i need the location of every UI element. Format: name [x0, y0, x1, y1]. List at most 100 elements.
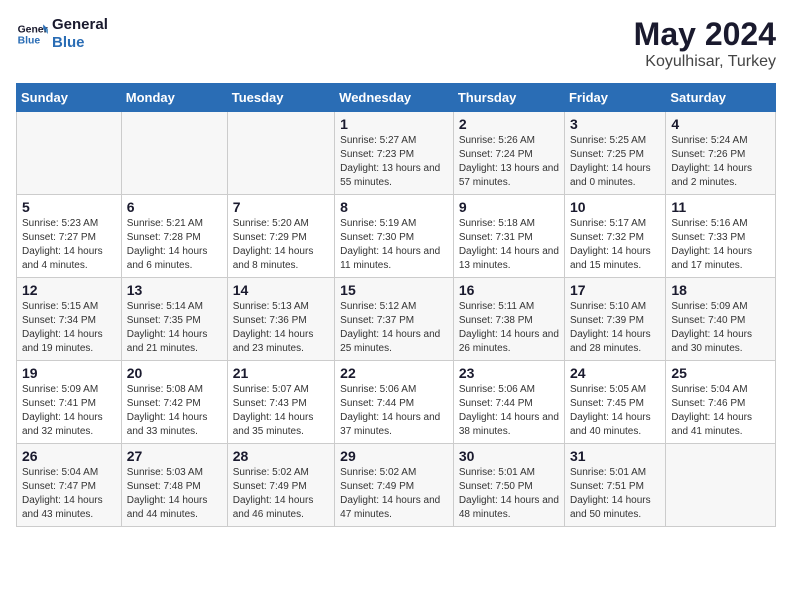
day-number: 28 [233, 448, 329, 464]
day-number: 31 [570, 448, 660, 464]
calendar-week-row: 26 Sunrise: 5:04 AMSunset: 7:47 PMDayligh… [17, 444, 776, 527]
day-number: 27 [127, 448, 222, 464]
day-info: Sunrise: 5:04 AMSunset: 7:47 PMDaylight:… [22, 466, 116, 522]
calendar-cell: 29Sunrise: 5:02 AMSunset: 7:49 PMDayligh… [335, 444, 454, 527]
day-info: Sunrise: 5:12 AMSunset: 7:37 PMDaylight:… [340, 300, 448, 356]
day-number: 1 [340, 116, 448, 132]
title-block: May 2024 Koyulhisar, Turkey [634, 16, 776, 71]
day-info: Sunrise: 5:07 AMSunset: 7:43 PMDaylight:… [233, 383, 329, 439]
calendar-cell: 18 Sunrise: 5:09 AMSunset: 7:40 PMDayligh… [666, 278, 776, 361]
day-info: Sunrise: 5:02 AMSunset: 7:49 PMDaylight:… [233, 466, 329, 522]
calendar-cell: 20 Sunrise: 5:08 AMSunset: 7:42 PMDayligh… [121, 361, 227, 444]
day-number: 15 [340, 282, 448, 298]
calendar-week-row: 1Sunrise: 5:27 AMSunset: 7:23 PMDaylight… [17, 112, 776, 195]
day-info: Sunrise: 5:15 AMSunset: 7:34 PMDaylight:… [22, 300, 116, 356]
weekday-header: Tuesday [227, 84, 334, 112]
day-number: 21 [233, 365, 329, 381]
logo-icon: General Blue [16, 18, 48, 50]
day-info: Sunrise: 5:09 AMSunset: 7:41 PMDaylight:… [22, 383, 116, 439]
day-number: 13 [127, 282, 222, 298]
day-number: 30 [459, 448, 559, 464]
day-info: Sunrise: 5:05 AMSunset: 7:45 PMDaylight:… [570, 383, 660, 439]
day-info: Sunrise: 5:06 AMSunset: 7:44 PMDaylight:… [459, 383, 559, 439]
calendar-week-row: 19 Sunrise: 5:09 AMSunset: 7:41 PMDayligh… [17, 361, 776, 444]
calendar-cell: 15 Sunrise: 5:12 AMSunset: 7:37 PMDayligh… [335, 278, 454, 361]
day-number: 6 [127, 199, 222, 215]
day-info: Sunrise: 5:24 AMSunset: 7:26 PMDaylight:… [671, 134, 770, 190]
page-header: General Blue General Blue May 2024 Koyul… [16, 16, 776, 71]
calendar-cell [666, 444, 776, 527]
calendar-title: May 2024 [634, 16, 776, 53]
day-info: Sunrise: 5:19 AMSunset: 7:30 PMDaylight:… [340, 217, 448, 273]
day-info: Sunrise: 5:25 AMSunset: 7:25 PMDaylight:… [570, 134, 660, 190]
calendar-cell: 2Sunrise: 5:26 AMSunset: 7:24 PMDaylight… [453, 112, 564, 195]
day-number: 26 [22, 448, 116, 464]
calendar-cell [227, 112, 334, 195]
calendar-subtitle: Koyulhisar, Turkey [634, 53, 776, 71]
calendar-cell [17, 112, 122, 195]
calendar-cell: 4 Sunrise: 5:24 AMSunset: 7:26 PMDaylight… [666, 112, 776, 195]
day-number: 16 [459, 282, 559, 298]
calendar-cell: 8Sunrise: 5:19 AMSunset: 7:30 PMDaylight… [335, 195, 454, 278]
day-number: 14 [233, 282, 329, 298]
calendar-cell: 3Sunrise: 5:25 AMSunset: 7:25 PMDaylight… [564, 112, 665, 195]
calendar-cell: 12Sunrise: 5:15 AMSunset: 7:34 PMDayligh… [17, 278, 122, 361]
logo-line1: General [52, 16, 108, 34]
day-info: Sunrise: 5:23 AMSunset: 7:27 PMDaylight:… [22, 217, 116, 273]
calendar-cell: 19 Sunrise: 5:09 AMSunset: 7:41 PMDayligh… [17, 361, 122, 444]
day-info: Sunrise: 5:06 AMSunset: 7:44 PMDaylight:… [340, 383, 448, 439]
calendar-table: SundayMondayTuesdayWednesdayThursdayFrid… [16, 83, 776, 527]
weekday-header-row: SundayMondayTuesdayWednesdayThursdayFrid… [17, 84, 776, 112]
calendar-cell: 24 Sunrise: 5:05 AMSunset: 7:45 PMDayligh… [564, 361, 665, 444]
day-info: Sunrise: 5:17 AMSunset: 7:32 PMDaylight:… [570, 217, 660, 273]
calendar-cell: 10 Sunrise: 5:17 AMSunset: 7:32 PMDayligh… [564, 195, 665, 278]
svg-text:Blue: Blue [18, 36, 41, 47]
day-info: Sunrise: 5:20 AMSunset: 7:29 PMDaylight:… [233, 217, 329, 273]
day-number: 7 [233, 199, 329, 215]
day-number: 11 [671, 199, 770, 215]
day-number: 17 [570, 282, 660, 298]
day-info: Sunrise: 5:01 AMSunset: 7:51 PMDaylight:… [570, 466, 660, 522]
calendar-cell: 11 Sunrise: 5:16 AMSunset: 7:33 PMDayligh… [666, 195, 776, 278]
day-info: Sunrise: 5:09 AMSunset: 7:40 PMDaylight:… [671, 300, 770, 356]
calendar-cell: 30 Sunrise: 5:01 AMSunset: 7:50 PMDayligh… [453, 444, 564, 527]
calendar-cell: 31 Sunrise: 5:01 AMSunset: 7:51 PMDayligh… [564, 444, 665, 527]
calendar-cell: 6 Sunrise: 5:21 AMSunset: 7:28 PMDaylight… [121, 195, 227, 278]
day-info: Sunrise: 5:01 AMSunset: 7:50 PMDaylight:… [459, 466, 559, 522]
day-info: Sunrise: 5:02 AMSunset: 7:49 PMDaylight:… [340, 466, 448, 522]
day-number: 4 [671, 116, 770, 132]
calendar-cell: 25Sunrise: 5:04 AMSunset: 7:46 PMDayligh… [666, 361, 776, 444]
calendar-cell: 22 Sunrise: 5:06 AMSunset: 7:44 PMDayligh… [335, 361, 454, 444]
calendar-cell: 14 Sunrise: 5:13 AMSunset: 7:36 PMDayligh… [227, 278, 334, 361]
day-number: 10 [570, 199, 660, 215]
day-number: 22 [340, 365, 448, 381]
day-info: Sunrise: 5:14 AMSunset: 7:35 PMDaylight:… [127, 300, 222, 356]
calendar-cell: 5Sunrise: 5:23 AMSunset: 7:27 PMDaylight… [17, 195, 122, 278]
day-number: 25 [671, 365, 770, 381]
calendar-week-row: 5Sunrise: 5:23 AMSunset: 7:27 PMDaylight… [17, 195, 776, 278]
day-info: Sunrise: 5:11 AMSunset: 7:38 PMDaylight:… [459, 300, 559, 356]
day-info: Sunrise: 5:13 AMSunset: 7:36 PMDaylight:… [233, 300, 329, 356]
calendar-cell: 1Sunrise: 5:27 AMSunset: 7:23 PMDaylight… [335, 112, 454, 195]
weekday-header: Sunday [17, 84, 122, 112]
day-number: 18 [671, 282, 770, 298]
calendar-cell: 23Sunrise: 5:06 AMSunset: 7:44 PMDayligh… [453, 361, 564, 444]
day-number: 9 [459, 199, 559, 215]
day-number: 20 [127, 365, 222, 381]
calendar-cell: 27Sunrise: 5:03 AMSunset: 7:48 PMDayligh… [121, 444, 227, 527]
calendar-cell: 28 Sunrise: 5:02 AMSunset: 7:49 PMDayligh… [227, 444, 334, 527]
day-info: Sunrise: 5:16 AMSunset: 7:33 PMDaylight:… [671, 217, 770, 273]
day-number: 19 [22, 365, 116, 381]
day-number: 24 [570, 365, 660, 381]
calendar-cell: 21 Sunrise: 5:07 AMSunset: 7:43 PMDayligh… [227, 361, 334, 444]
weekday-header: Monday [121, 84, 227, 112]
day-info: Sunrise: 5:10 AMSunset: 7:39 PMDaylight:… [570, 300, 660, 356]
weekday-header: Wednesday [335, 84, 454, 112]
calendar-cell: 7 Sunrise: 5:20 AMSunset: 7:29 PMDaylight… [227, 195, 334, 278]
day-info: Sunrise: 5:08 AMSunset: 7:42 PMDaylight:… [127, 383, 222, 439]
day-info: Sunrise: 5:21 AMSunset: 7:28 PMDaylight:… [127, 217, 222, 273]
weekday-header: Thursday [453, 84, 564, 112]
weekday-header: Saturday [666, 84, 776, 112]
calendar-cell: 17 Sunrise: 5:10 AMSunset: 7:39 PMDayligh… [564, 278, 665, 361]
day-info: Sunrise: 5:18 AMSunset: 7:31 PMDaylight:… [459, 217, 559, 273]
